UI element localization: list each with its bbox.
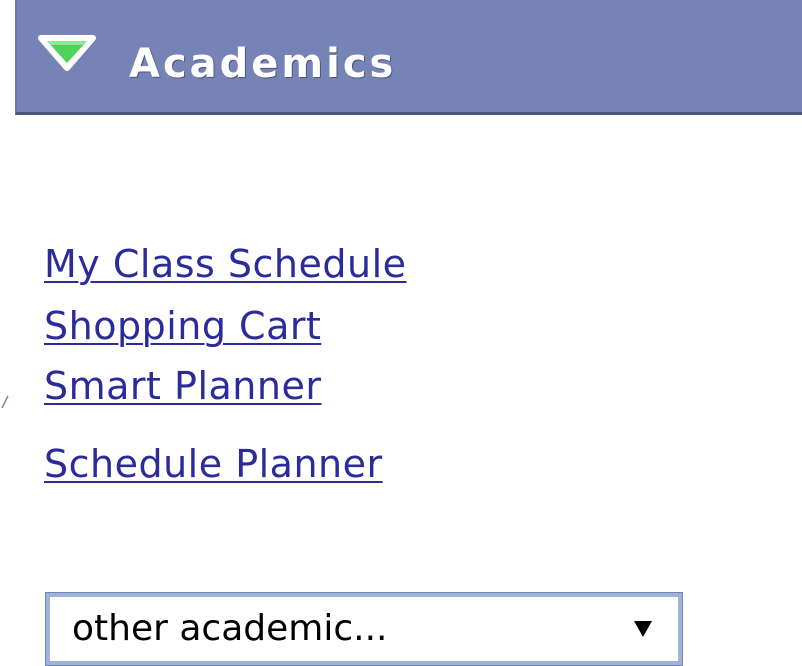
my-class-schedule-link[interactable]: My Class Schedule (44, 245, 407, 283)
section-title: Academics (129, 41, 397, 87)
select-value: other academic... (72, 608, 388, 649)
section-header: Academics (15, 0, 802, 115)
edge-mark (1, 395, 9, 409)
collapse-toggle[interactable] (37, 32, 97, 72)
other-academic-select[interactable]: other academic... (45, 592, 683, 666)
academics-panel: Academics My Class Schedule Shopping Car… (0, 0, 802, 666)
caret-down-icon (634, 621, 652, 637)
schedule-planner-link[interactable]: Schedule Planner (44, 445, 383, 483)
shopping-cart-link[interactable]: Shopping Cart (44, 307, 321, 345)
smart-planner-link[interactable]: Smart Planner (44, 367, 321, 405)
triangle-down-icon (38, 35, 96, 71)
